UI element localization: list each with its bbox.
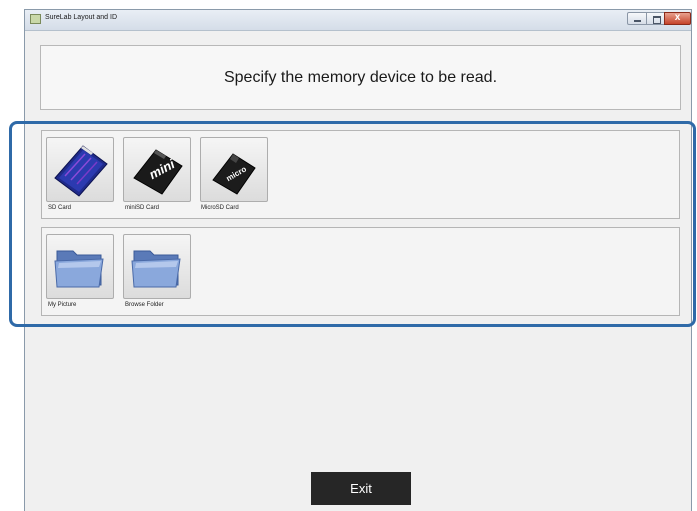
selection-highlight bbox=[9, 121, 696, 327]
minimize-icon bbox=[634, 20, 641, 22]
title-bar[interactable]: SureLab Layout and ID x bbox=[25, 10, 691, 31]
exit-button[interactable]: Exit bbox=[311, 472, 411, 505]
window-title: SureLab Layout and ID bbox=[45, 14, 117, 21]
prompt-text: Specify the memory device to be read. bbox=[223, 69, 498, 86]
maximize-icon bbox=[653, 16, 661, 24]
prompt-panel: Specify the memory device to be read. bbox=[40, 45, 681, 110]
minimize-button[interactable] bbox=[627, 12, 647, 25]
app-icon bbox=[30, 14, 41, 24]
close-button[interactable]: x bbox=[664, 12, 691, 25]
close-icon: x bbox=[674, 12, 681, 23]
maximize-button[interactable] bbox=[646, 12, 665, 25]
